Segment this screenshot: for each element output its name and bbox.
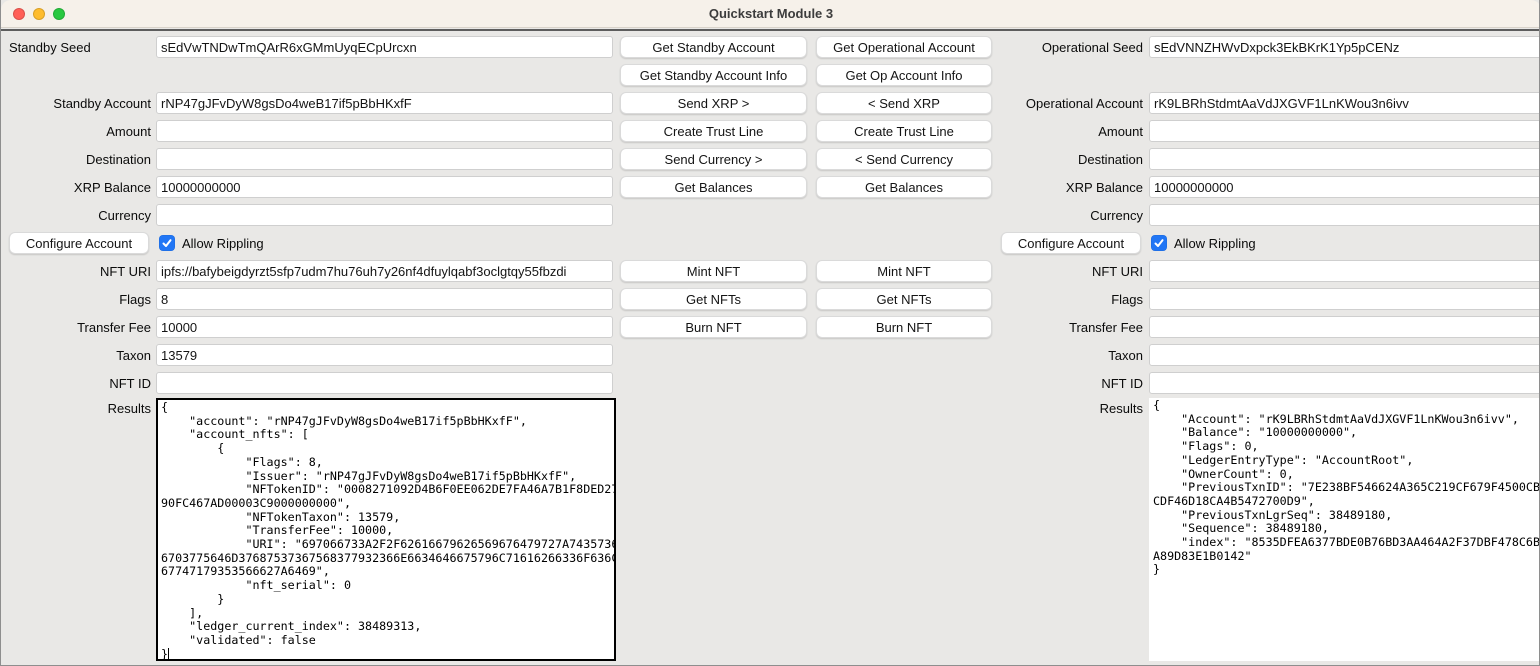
standby-flags-input[interactable]: [156, 288, 613, 310]
operational-configure-account-button[interactable]: Configure Account: [1001, 232, 1141, 254]
operational-currency-input[interactable]: [1149, 204, 1540, 226]
get-balances-standby-button[interactable]: Get Balances: [620, 176, 807, 198]
get-balances-operational-button[interactable]: Get Balances: [816, 176, 992, 198]
operational-transfer-fee-input[interactable]: [1149, 316, 1540, 338]
operational-nft-uri-label: NFT URI: [993, 264, 1143, 279]
standby-nft-uri-label: NFT URI: [1, 264, 151, 279]
send-currency-right-button[interactable]: Send Currency >: [620, 148, 807, 170]
standby-taxon-label: Taxon: [1, 348, 151, 363]
operational-xrp-balance-label: XRP Balance: [993, 180, 1143, 195]
standby-xrp-balance-input[interactable]: [156, 176, 613, 198]
operational-seed-label: Operational Seed: [993, 40, 1143, 55]
standby-allow-rippling-checkbox[interactable]: [159, 235, 175, 251]
operational-taxon-label: Taxon: [993, 348, 1143, 363]
operational-currency-label: Currency: [993, 208, 1143, 223]
standby-taxon-input[interactable]: [156, 344, 613, 366]
operational-destination-label: Destination: [993, 152, 1143, 167]
window-title: Quickstart Module 3: [1, 0, 1540, 28]
get-nfts-standby-button[interactable]: Get NFTs: [620, 288, 807, 310]
operational-nft-uri-input[interactable]: [1149, 260, 1540, 282]
operational-account-input[interactable]: [1149, 92, 1540, 114]
check-icon: [1153, 237, 1165, 249]
get-operational-account-button[interactable]: Get Operational Account: [816, 36, 992, 58]
standby-results-label: Results: [1, 401, 151, 416]
send-xrp-left-button[interactable]: < Send XRP: [816, 92, 992, 114]
mint-nft-operational-button[interactable]: Mint NFT: [816, 260, 992, 282]
titlebar: Quickstart Module 3: [1, 0, 1540, 28]
standby-amount-label: Amount: [1, 124, 151, 139]
operational-allow-rippling-label: Allow Rippling: [1174, 236, 1256, 251]
standby-currency-label: Currency: [1, 208, 151, 223]
burn-nft-standby-button[interactable]: Burn NFT: [620, 316, 807, 338]
standby-nft-uri-input[interactable]: [156, 260, 613, 282]
operational-flags-label: Flags: [993, 292, 1143, 307]
standby-destination-label: Destination: [1, 152, 151, 167]
operational-nft-id-label: NFT ID: [993, 376, 1143, 391]
get-standby-account-info-button[interactable]: Get Standby Account Info: [620, 64, 807, 86]
burn-nft-operational-button[interactable]: Burn NFT: [816, 316, 992, 338]
operational-seed-input[interactable]: [1149, 36, 1540, 58]
standby-results-textarea[interactable]: { "account": "rNP47gJFvDyW8gsDo4weB17if5…: [156, 398, 616, 661]
send-xrp-right-button[interactable]: Send XRP >: [620, 92, 807, 114]
standby-amount-input[interactable]: [156, 120, 613, 142]
standby-configure-account-button[interactable]: Configure Account: [9, 232, 149, 254]
operational-destination-input[interactable]: [1149, 148, 1540, 170]
operational-transfer-fee-label: Transfer Fee: [993, 320, 1143, 335]
standby-currency-input[interactable]: [156, 204, 613, 226]
standby-xrp-balance-label: XRP Balance: [1, 180, 151, 195]
standby-account-label: Standby Account: [1, 96, 151, 111]
operational-results-textarea[interactable]: { "Account": "rK9LBRhStdmtAaVdJXGVF1LnKW…: [1149, 398, 1540, 661]
get-op-account-info-button[interactable]: Get Op Account Info: [816, 64, 992, 86]
get-nfts-operational-button[interactable]: Get NFTs: [816, 288, 992, 310]
standby-seed-label: Standby Seed: [9, 40, 91, 55]
send-currency-left-button[interactable]: < Send Currency: [816, 148, 992, 170]
operational-results-label: Results: [993, 401, 1143, 416]
check-icon: [161, 237, 173, 249]
window: Quickstart Module 3 Standby Seed Standby…: [0, 0, 1540, 666]
standby-transfer-fee-input[interactable]: [156, 316, 613, 338]
operational-amount-input[interactable]: [1149, 120, 1540, 142]
standby-transfer-fee-label: Transfer Fee: [1, 320, 151, 335]
create-trust-line-standby-button[interactable]: Create Trust Line: [620, 120, 807, 142]
operational-account-label: Operational Account: [993, 96, 1143, 111]
standby-seed-input[interactable]: [156, 36, 613, 58]
mint-nft-standby-button[interactable]: Mint NFT: [620, 260, 807, 282]
standby-destination-input[interactable]: [156, 148, 613, 170]
get-standby-account-button[interactable]: Get Standby Account: [620, 36, 807, 58]
operational-xrp-balance-input[interactable]: [1149, 176, 1540, 198]
operational-flags-input[interactable]: [1149, 288, 1540, 310]
operational-nft-id-input[interactable]: [1149, 372, 1540, 394]
operational-amount-label: Amount: [993, 124, 1143, 139]
titlebar-separator: [1, 29, 1540, 31]
standby-account-input[interactable]: [156, 92, 613, 114]
standby-nft-id-label: NFT ID: [1, 376, 151, 391]
operational-taxon-input[interactable]: [1149, 344, 1540, 366]
text-cursor: [168, 648, 169, 661]
standby-nft-id-input[interactable]: [156, 372, 613, 394]
standby-flags-label: Flags: [1, 292, 151, 307]
operational-allow-rippling-checkbox[interactable]: [1151, 235, 1167, 251]
standby-allow-rippling-label: Allow Rippling: [182, 236, 264, 251]
create-trust-line-operational-button[interactable]: Create Trust Line: [816, 120, 992, 142]
